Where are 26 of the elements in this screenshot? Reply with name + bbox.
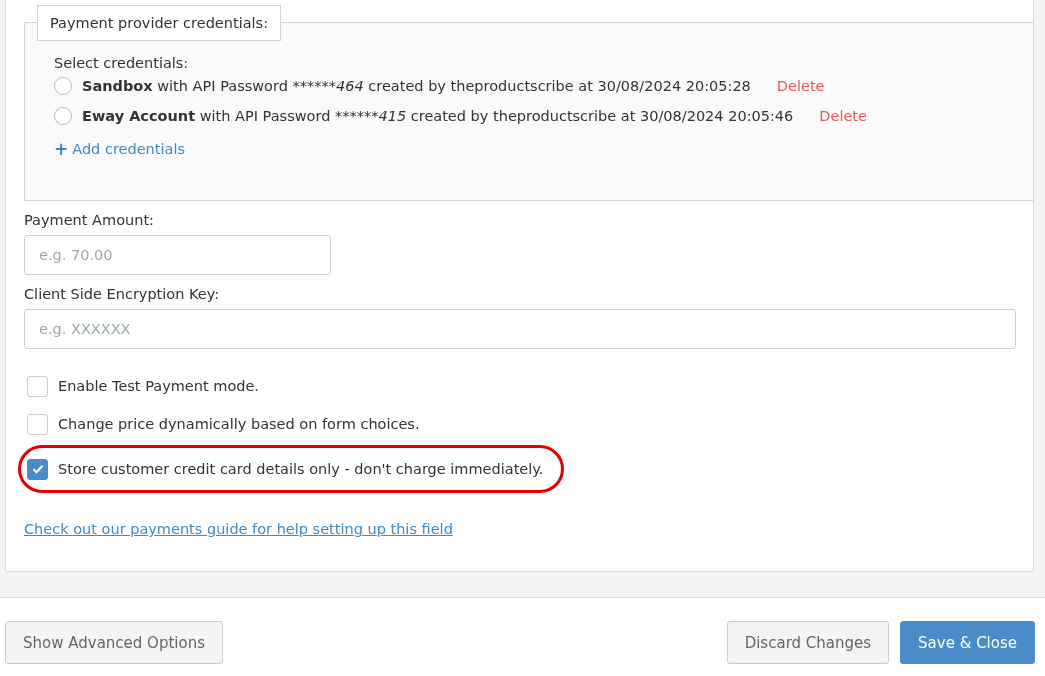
plus-icon: + xyxy=(54,139,69,159)
input-field[interactable]: e.g. 70.00 xyxy=(24,235,331,275)
select-credentials-label: Select credentials: xyxy=(54,55,190,71)
option-label: Store customer credit card details only - don't charge immediately. xyxy=(58,461,544,477)
footer-button[interactable]: Save & Close xyxy=(900,621,1035,664)
payments-guide-link[interactable]: Check out our payments guide for help setting up this field xyxy=(24,521,453,537)
radio-button[interactable] xyxy=(54,107,72,125)
field-label: Client Side Encryption Key: xyxy=(24,286,221,302)
option-label: Enable Test Payment mode. xyxy=(58,378,259,394)
input-field[interactable]: e.g. XXXXXX xyxy=(24,309,1016,349)
credential-description: Eway Account with API Password ******415 created by theproductscribe at 30/08/2024 20:05:46 xyxy=(82,108,794,124)
radio-button[interactable] xyxy=(54,77,72,95)
footer-button[interactable]: Discard Changes xyxy=(726,621,890,664)
delete-link[interactable]: Delete xyxy=(776,78,825,94)
checkbox[interactable] xyxy=(27,458,48,480)
checkmark-icon xyxy=(31,464,44,474)
checkbox[interactable] xyxy=(27,413,48,435)
add-credentials-label: Add credentials xyxy=(72,141,185,157)
add-credentials-link[interactable]: + Add credentials xyxy=(54,139,185,159)
checkbox[interactable] xyxy=(27,375,48,397)
footer-button[interactable]: Show Advanced Options xyxy=(5,621,223,664)
credential-description: Sandbox with API Password ******464 created by theproductscribe at 30/08/2024 20:05:28 xyxy=(82,78,751,94)
field-label: Payment Amount: xyxy=(24,212,155,228)
delete-link[interactable]: Delete xyxy=(819,108,867,124)
option-label: Change price dynamically based on form choices. xyxy=(58,416,420,432)
credentials-legend: Payment provider credentials: xyxy=(37,5,282,41)
